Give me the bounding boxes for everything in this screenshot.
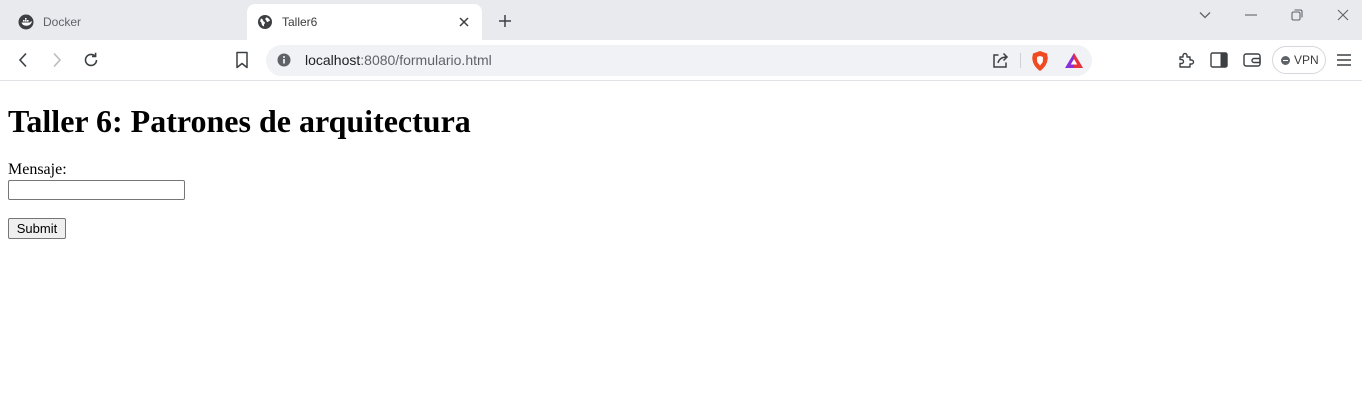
plus-icon[interactable]: [494, 10, 516, 32]
message-input[interactable]: [8, 180, 185, 200]
extensions-icon[interactable]: [1176, 50, 1196, 70]
reload-icon[interactable]: [79, 48, 103, 72]
brave-shield-icon[interactable]: [1030, 50, 1050, 72]
divider: [1020, 53, 1021, 68]
menu-icon[interactable]: [1334, 50, 1354, 70]
url-host: localhost: [305, 52, 361, 68]
window-close-icon[interactable]: [1331, 4, 1355, 26]
minimize-icon[interactable]: [1239, 4, 1263, 26]
forward-icon[interactable]: [45, 48, 69, 72]
chevron-down-icon[interactable]: [1193, 4, 1217, 26]
toolbar: localhost:8080/formulario.html VPN: [0, 40, 1362, 81]
restore-icon[interactable]: [1285, 4, 1309, 26]
sidebar-icon[interactable]: [1209, 50, 1229, 70]
vpn-label: VPN: [1294, 53, 1319, 67]
globe-icon: [257, 14, 273, 30]
url-path: :8080/formulario.html: [360, 52, 492, 68]
back-icon[interactable]: [11, 48, 35, 72]
bookmark-icon[interactable]: [230, 48, 254, 72]
page-content: Taller 6: Patrones de arquitectura Mensa…: [0, 81, 1362, 402]
tab-docker[interactable]: Docker: [8, 4, 243, 40]
submit-button[interactable]: Submit: [8, 218, 66, 239]
docker-icon: [18, 14, 34, 30]
info-icon[interactable]: [277, 53, 291, 67]
tab-strip: Docker Taller6: [0, 0, 1362, 40]
close-icon[interactable]: [456, 14, 472, 30]
vpn-button[interactable]: VPN: [1272, 46, 1326, 74]
address-bar[interactable]: localhost:8080/formulario.html: [266, 45, 1092, 76]
tab-title: Docker: [43, 15, 82, 29]
share-icon[interactable]: [990, 51, 1010, 71]
page-title: Taller 6: Patrones de arquitectura: [8, 103, 471, 139]
tab-taller6[interactable]: Taller6: [247, 4, 482, 40]
vpn-status-icon: [1281, 55, 1290, 65]
url-text: localhost:8080/formulario.html: [305, 52, 492, 68]
message-label: Mensaje:: [8, 161, 67, 178]
rewards-icon[interactable]: [1064, 51, 1084, 71]
tab-title: Taller6: [282, 15, 318, 29]
wallet-icon[interactable]: [1242, 50, 1262, 70]
